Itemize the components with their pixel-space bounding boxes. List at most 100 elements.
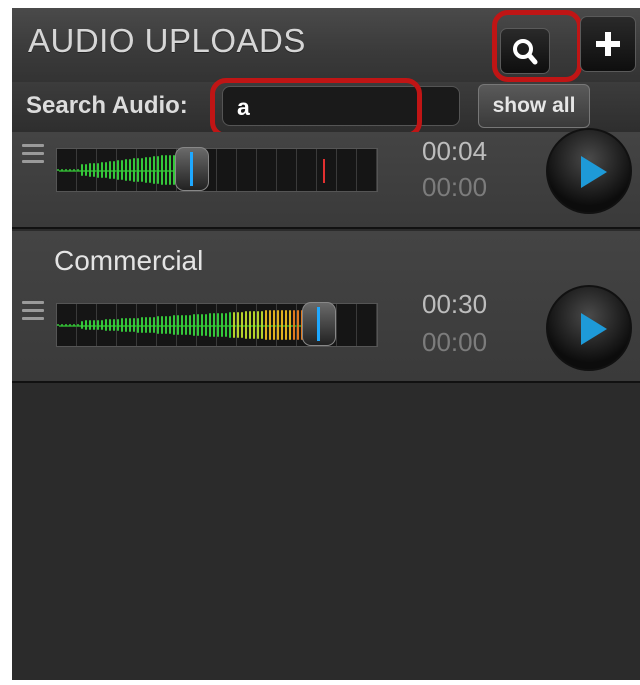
time-total: 00:30	[422, 289, 488, 319]
meter-bar	[289, 310, 291, 340]
panel-header: AUDIO UPLOADS	[12, 8, 640, 83]
marker-line	[323, 159, 325, 183]
meter-bar	[65, 169, 67, 171]
meter-bar	[97, 319, 99, 331]
meter-bar	[181, 315, 183, 335]
meter-bar	[77, 324, 79, 326]
track-name: Commercial	[54, 245, 204, 276]
meter-bar	[125, 318, 127, 332]
meter-bar	[281, 310, 283, 340]
search-input-highlight	[210, 78, 422, 138]
meter-bar	[213, 313, 215, 337]
plus-icon	[596, 32, 620, 56]
meter-bar	[93, 162, 95, 178]
show-all-button[interactable]: show all	[478, 84, 590, 128]
meter-bar	[185, 314, 187, 336]
meter-bar	[157, 316, 159, 334]
meter-bar	[121, 159, 123, 181]
meter-bar	[225, 312, 227, 338]
meter-bar	[257, 310, 259, 340]
audio-uploads-panel: AUDIO UPLOADS Search Audio: a show all 0…	[12, 8, 640, 680]
meter-bar	[61, 169, 63, 171]
level-meter	[56, 302, 378, 347]
track-row: Commercial 00:30 00:00	[12, 231, 640, 383]
meter-bar	[97, 162, 99, 178]
level-meter	[56, 147, 378, 192]
meter-bar	[261, 310, 263, 340]
meter-bar	[93, 319, 95, 331]
meter-bar	[85, 163, 87, 177]
meter-bar	[81, 164, 83, 176]
meter-bar	[61, 324, 63, 326]
meter-bar	[73, 169, 75, 171]
meter-bar	[269, 310, 271, 340]
meter-bar	[101, 319, 103, 331]
meter-bar	[245, 311, 247, 339]
search-button-highlight	[492, 10, 582, 82]
meter-bar	[133, 317, 135, 333]
meter-bar	[133, 158, 135, 182]
meter-bar	[161, 316, 163, 334]
meter-bar	[65, 324, 67, 326]
meter-bar	[221, 312, 223, 338]
search-bar: Search Audio: a show all	[12, 78, 640, 138]
track-row: 00:04 00:00	[12, 128, 640, 229]
meter-bar	[69, 324, 71, 326]
meter-bar	[141, 157, 143, 183]
time-current: 00:00	[422, 327, 488, 357]
meter-bar	[89, 320, 91, 330]
meter-bar	[145, 157, 147, 183]
meter-bar	[81, 320, 83, 330]
meter-bar	[169, 155, 171, 185]
meter-bar	[165, 315, 167, 335]
meter-bar	[117, 318, 119, 332]
meter-bar	[129, 317, 131, 333]
meter-bar	[277, 310, 279, 340]
meter-bar	[233, 312, 235, 338]
meter-bar	[237, 311, 239, 339]
meter-bar	[177, 315, 179, 335]
meter-bar	[189, 314, 191, 336]
meter-bar	[137, 158, 139, 182]
panel-title: AUDIO UPLOADS	[28, 22, 306, 59]
meter-bar	[141, 317, 143, 333]
playhead-knob[interactable]	[175, 147, 209, 191]
drag-handle-icon[interactable]	[22, 301, 44, 325]
meter-bar	[149, 316, 151, 334]
meter-bar	[217, 313, 219, 337]
meter-bar	[273, 310, 275, 340]
meter-bar	[285, 310, 287, 340]
play-button[interactable]	[546, 285, 632, 371]
time-current: 00:00	[422, 172, 488, 202]
meter-bar	[105, 161, 107, 179]
play-button[interactable]	[546, 128, 632, 214]
meter-bar	[169, 315, 171, 335]
meter-bar	[153, 156, 155, 184]
playhead-knob[interactable]	[302, 302, 336, 346]
meter-bar	[165, 155, 167, 185]
meter-bar	[205, 313, 207, 337]
meter-bar	[297, 310, 299, 340]
meter-bar	[293, 310, 295, 340]
meter-bar	[253, 310, 255, 340]
meter-bar	[73, 324, 75, 326]
meter-bar	[57, 324, 59, 326]
meter-bar	[201, 313, 203, 337]
meter-bar	[173, 315, 175, 335]
meter-bar	[157, 155, 159, 185]
drag-handle-icon[interactable]	[22, 144, 44, 168]
meter-bar	[265, 310, 267, 340]
play-icon	[581, 156, 607, 188]
meter-bar	[149, 156, 151, 184]
time-total: 00:04	[422, 136, 488, 166]
search-label: Search Audio:	[26, 92, 188, 119]
meter-bar	[85, 320, 87, 330]
meter-bar	[209, 313, 211, 337]
meter-bar	[113, 160, 115, 180]
meter-bar	[89, 163, 91, 177]
meter-bar	[161, 155, 163, 185]
meter-bar	[101, 162, 103, 178]
meter-bar	[229, 312, 231, 338]
add-audio-button[interactable]	[580, 16, 636, 72]
meter-bar	[117, 160, 119, 180]
